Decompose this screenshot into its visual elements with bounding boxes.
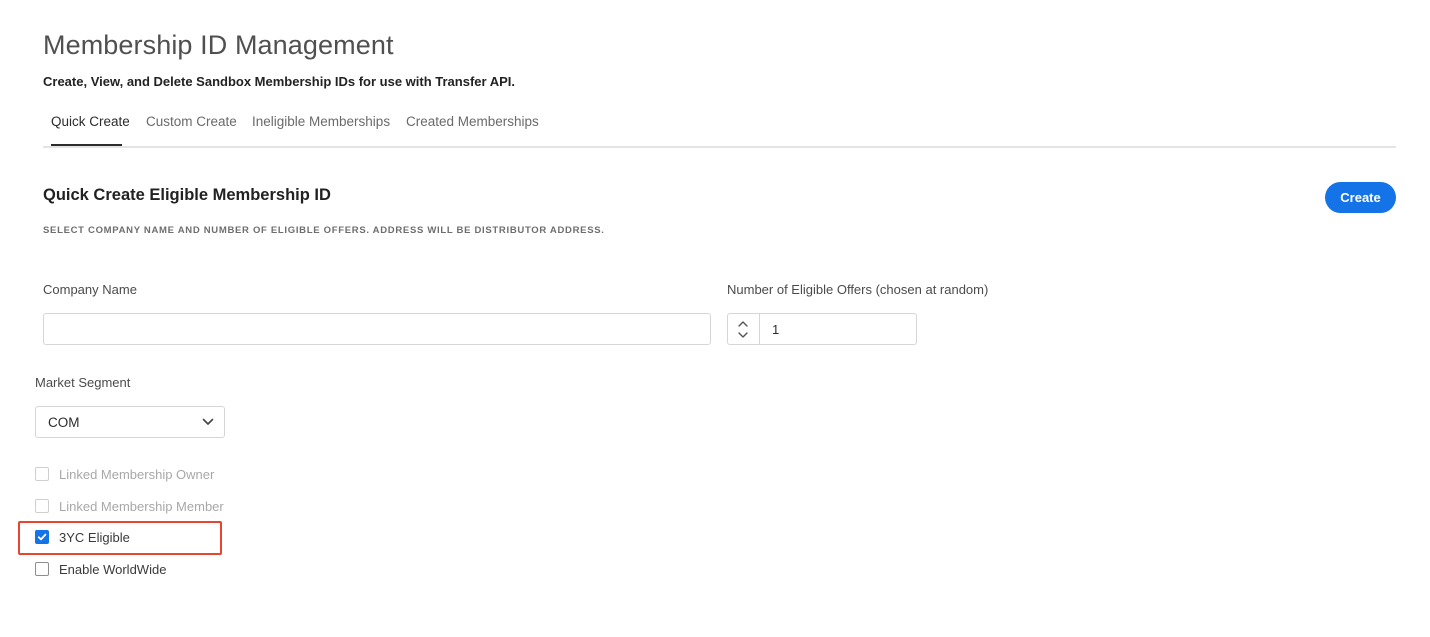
- page-title: Membership ID Management: [43, 30, 394, 60]
- tab-bar: Quick Create Custom Create Ineligible Me…: [43, 108, 1396, 148]
- page: Membership ID Management Create, View, a…: [0, 0, 1430, 637]
- company-name-label: Company Name: [43, 282, 137, 297]
- chevron-down-icon: [202, 418, 214, 425]
- 3yc-eligible-checkbox[interactable]: [35, 530, 49, 544]
- create-button[interactable]: Create: [1325, 182, 1396, 213]
- chevron-down-icon[interactable]: [738, 331, 748, 339]
- market-segment-label: Market Segment: [35, 375, 131, 390]
- checkmark-icon: [37, 533, 47, 541]
- market-segment-value: COM: [48, 415, 80, 430]
- page-subtitle: Create, View, and Delete Sandbox Members…: [43, 74, 515, 89]
- market-segment-select[interactable]: COM: [35, 406, 225, 438]
- tab-created-memberships[interactable]: Created Memberships: [406, 114, 539, 129]
- eligible-offers-label: Number of Eligible Offers (chosen at ran…: [727, 282, 989, 297]
- checkbox-label: Linked Membership Owner: [59, 466, 215, 482]
- linked-membership-owner-checkbox[interactable]: [35, 467, 49, 481]
- stepper-arrows[interactable]: [728, 314, 760, 344]
- enable-worldwide-option[interactable]: Enable WorldWide: [35, 560, 166, 578]
- section-title: Quick Create Eligible Membership ID: [43, 186, 331, 204]
- eligible-offers-stepper[interactable]: 1: [727, 313, 917, 345]
- eligible-offers-value[interactable]: 1: [772, 322, 779, 337]
- linked-membership-owner-option[interactable]: Linked Membership Owner: [35, 465, 214, 483]
- 3yc-eligible-option[interactable]: 3YC Eligible: [35, 528, 130, 546]
- section-description: SELECT COMPANY NAME AND NUMBER OF ELIGIB…: [43, 225, 605, 236]
- tab-quick-create[interactable]: Quick Create: [51, 114, 130, 129]
- tab-custom-create[interactable]: Custom Create: [146, 114, 237, 129]
- checkbox-label: Linked Membership Member: [59, 498, 224, 514]
- checkbox-label: 3YC Eligible: [59, 529, 130, 545]
- company-name-input[interactable]: [43, 313, 711, 345]
- active-tab-indicator: [51, 144, 122, 146]
- checkbox-label: Enable WorldWide: [59, 561, 167, 577]
- enable-worldwide-checkbox[interactable]: [35, 562, 49, 576]
- linked-membership-member-option[interactable]: Linked Membership Member: [35, 497, 224, 515]
- chevron-up-icon[interactable]: [738, 320, 748, 328]
- linked-membership-member-checkbox[interactable]: [35, 499, 49, 513]
- tab-ineligible-memberships[interactable]: Ineligible Memberships: [252, 114, 390, 129]
